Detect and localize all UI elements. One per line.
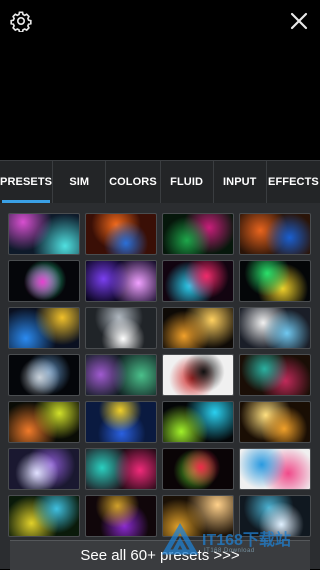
preset-thumbnail[interactable] xyxy=(85,260,157,302)
tab-bar: PRESETS SIM COLORS FLUID INPUT EFFECTS xyxy=(0,160,320,203)
tab-input[interactable]: INPUT xyxy=(214,161,267,203)
preset-thumbnail[interactable] xyxy=(162,354,234,396)
preset-thumbnail[interactable] xyxy=(239,307,311,349)
canvas-area xyxy=(0,0,320,160)
preset-thumbnail[interactable] xyxy=(162,495,234,537)
preset-thumbnail[interactable] xyxy=(85,213,157,255)
preset-thumbnail[interactable] xyxy=(162,401,234,443)
preset-thumbnail[interactable] xyxy=(8,307,80,349)
preset-thumbnail[interactable] xyxy=(85,307,157,349)
preset-thumbnail[interactable] xyxy=(239,401,311,443)
gear-icon[interactable] xyxy=(10,10,32,32)
tab-fluid[interactable]: FLUID xyxy=(161,161,214,203)
preset-thumbnail[interactable] xyxy=(8,401,80,443)
preset-thumbnail[interactable] xyxy=(239,213,311,255)
tab-presets[interactable]: PRESETS xyxy=(0,161,54,203)
preset-thumbnail[interactable] xyxy=(85,401,157,443)
preset-thumbnail[interactable] xyxy=(239,448,311,490)
preset-thumbnail[interactable] xyxy=(239,260,311,302)
preset-grid xyxy=(8,213,312,537)
preset-thumbnail[interactable] xyxy=(239,495,311,537)
presets-panel xyxy=(0,203,320,569)
preset-thumbnail[interactable] xyxy=(85,448,157,490)
preset-thumbnail[interactable] xyxy=(8,495,80,537)
preset-thumbnail[interactable] xyxy=(162,448,234,490)
tab-sim[interactable]: SIM xyxy=(53,161,107,203)
tab-effects[interactable]: EFFECTS xyxy=(267,161,320,203)
preset-thumbnail[interactable] xyxy=(162,307,234,349)
preset-thumbnail[interactable] xyxy=(8,213,80,255)
see-all-presets-button[interactable]: See all 60+ presets >>> xyxy=(10,540,310,570)
preset-thumbnail[interactable] xyxy=(8,354,80,396)
tab-colors[interactable]: COLORS xyxy=(106,161,161,203)
close-icon[interactable] xyxy=(289,11,309,31)
preset-thumbnail[interactable] xyxy=(8,448,80,490)
preset-thumbnail[interactable] xyxy=(239,354,311,396)
preset-thumbnail[interactable] xyxy=(8,260,80,302)
preset-thumbnail[interactable] xyxy=(85,354,157,396)
preset-thumbnail[interactable] xyxy=(162,260,234,302)
preset-thumbnail[interactable] xyxy=(162,213,234,255)
preset-thumbnail[interactable] xyxy=(85,495,157,537)
